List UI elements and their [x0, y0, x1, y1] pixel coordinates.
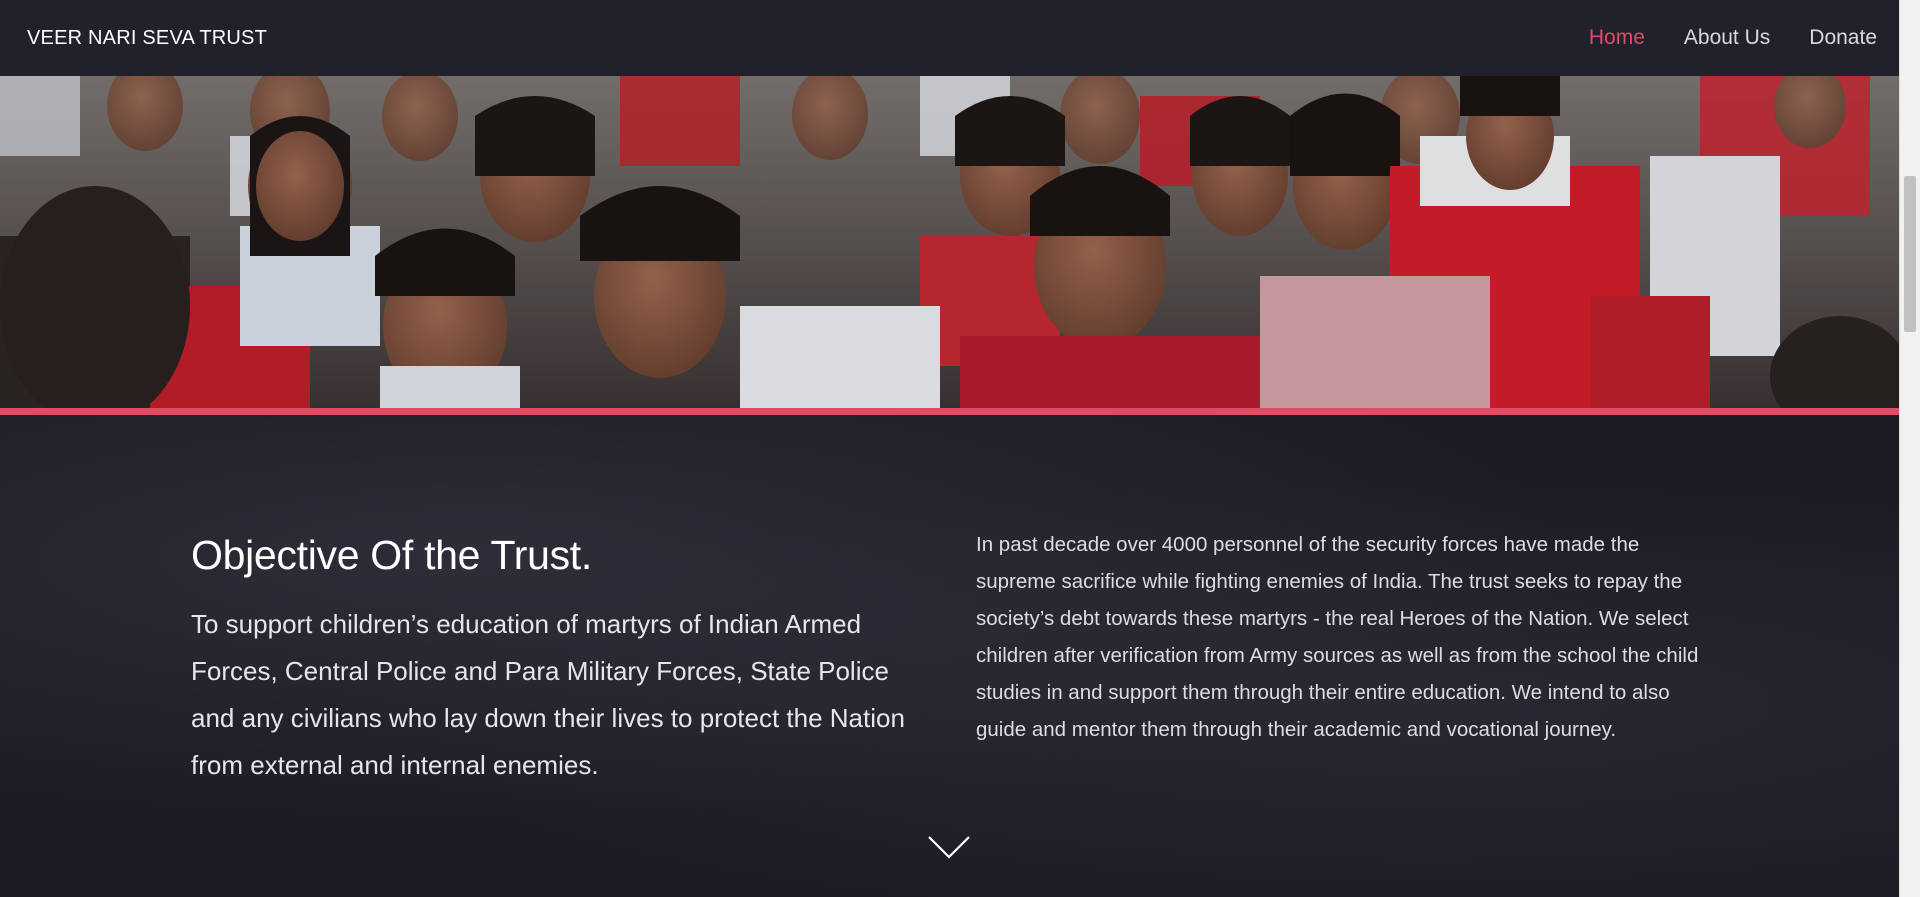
page: VEER NARI SEVA TRUST Home About Us Donat… [0, 0, 1920, 897]
objective-section: Objective Of the Trust. To support child… [0, 415, 1899, 897]
hero-photo-students [0, 76, 1899, 408]
nav-link-about-us[interactable]: About Us [1684, 26, 1770, 50]
nav-link-home[interactable]: Home [1589, 26, 1645, 50]
chevron-down-icon[interactable] [926, 833, 972, 863]
nav-menu: Home About Us Donate [1589, 26, 1877, 50]
brand-logo-text[interactable]: VEER NARI SEVA TRUST [27, 27, 267, 50]
objective-right-column: In past decade over 4000 personnel of th… [976, 526, 1711, 748]
objective-text: To support children’s education of marty… [191, 609, 905, 780]
nav-link-donate[interactable]: Donate [1809, 26, 1877, 50]
objective-left-column: Objective Of the Trust. To support child… [191, 532, 921, 789]
page-scrollbar[interactable] [1899, 0, 1920, 897]
objective-heading: Objective Of the Trust. [191, 532, 592, 578]
trust-description: In past decade over 4000 personnel of th… [976, 533, 1699, 741]
scrollbar-thumb[interactable] [1904, 176, 1916, 332]
accent-divider [0, 408, 1899, 415]
top-navbar: VEER NARI SEVA TRUST Home About Us Donat… [0, 0, 1899, 76]
